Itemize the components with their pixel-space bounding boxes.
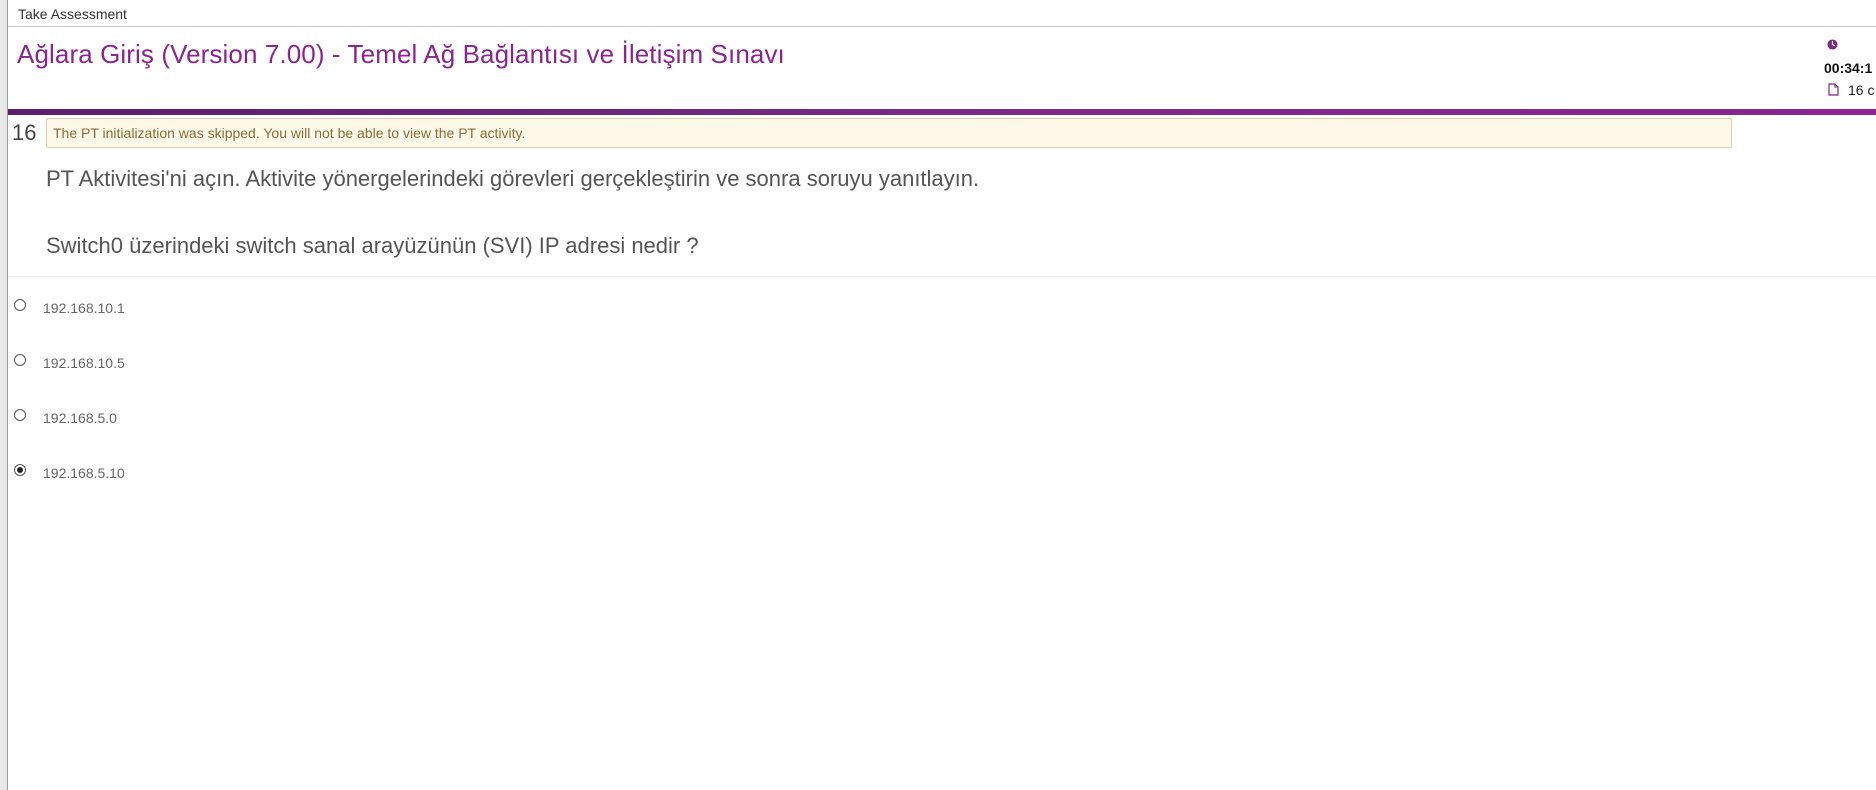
radio-button[interactable] <box>14 409 26 421</box>
question-instruction: PT Aktivitesi'ni açın. Aktivite yönergel… <box>46 166 980 191</box>
answer-option[interactable]: 192.168.5.0 <box>12 405 412 429</box>
answer-option[interactable]: 192.168.10.5 <box>12 350 412 374</box>
header-accent-bar <box>8 109 1876 115</box>
question-number: 16 <box>12 120 37 145</box>
assessment-window: Take Assessment Ağlara Giriş (Version 7.… <box>0 0 1876 790</box>
clock-icon <box>1827 39 1838 50</box>
answer-option[interactable]: 192.168.5.10 <box>12 460 412 484</box>
document-icon <box>1828 83 1839 96</box>
pt-notice-text: The PT initialization was skipped. You w… <box>53 125 526 141</box>
pt-notice-banner: The PT initialization was skipped. You w… <box>46 118 1732 148</box>
radio-button[interactable] <box>14 354 26 366</box>
question-divider <box>8 276 1876 277</box>
answer-option[interactable]: 192.168.10.1 <box>12 295 412 319</box>
question-counter[interactable]: 16 c <box>1848 82 1874 98</box>
exam-title: Ağlara Giriş (Version 7.00) - Temel Ağ B… <box>17 39 785 69</box>
answer-label: 192.168.10.1 <box>43 300 125 316</box>
window-titlebar: Take Assessment <box>8 0 1876 27</box>
question-prompt: Switch0 üzerindeki switch sanal arayüzün… <box>46 233 699 258</box>
radio-button[interactable] <box>14 299 26 311</box>
exam-header: Ağlara Giriş (Version 7.00) - Temel Ağ B… <box>8 27 1876 109</box>
answer-label: 192.168.10.5 <box>43 355 125 371</box>
window-title: Take Assessment <box>18 6 127 22</box>
answer-label: 192.168.5.10 <box>43 465 125 481</box>
timer-readout: 00:34:1 <box>1824 60 1873 76</box>
radio-button[interactable] <box>14 464 26 476</box>
answer-label: 192.168.5.0 <box>43 410 117 426</box>
window-left-edge <box>0 0 8 790</box>
